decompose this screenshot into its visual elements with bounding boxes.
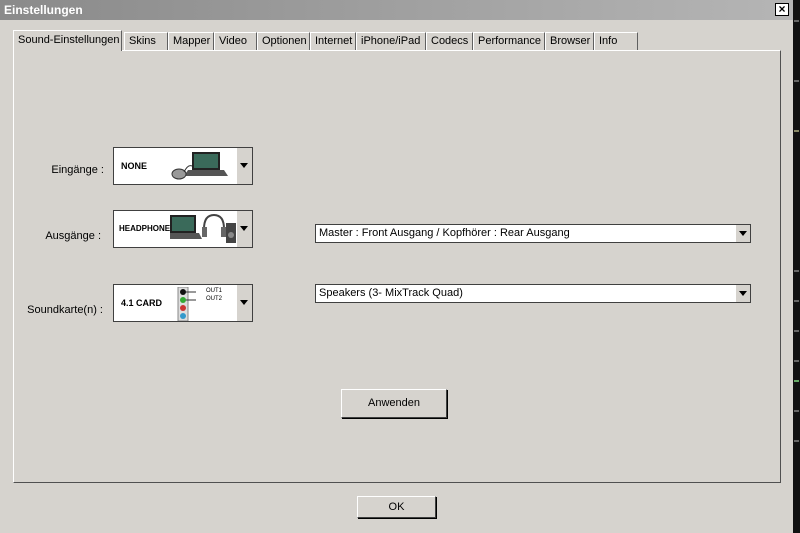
tab-optionen[interactable]: Optionen [257, 32, 310, 50]
tab-info[interactable]: Info [594, 32, 638, 50]
soundcard-label: Soundkarte(n) : [27, 304, 103, 316]
ok-button[interactable]: OK [357, 496, 436, 518]
outputs-label: Ausgänge : [45, 230, 101, 242]
tab-label: Sound-Einstellungen [18, 34, 120, 46]
tab-label: Performance [478, 35, 541, 47]
chevron-down-icon [739, 291, 747, 296]
soundcard-device-select[interactable]: Speakers (3- MixTrack Quad) [315, 284, 751, 303]
tab-sound-einstellungen[interactable]: Sound-Einstellungen [13, 30, 122, 51]
inputs-selected-value: NONE [121, 161, 148, 171]
soundcard-device-dropdown-arrow[interactable] [735, 285, 750, 302]
inputs-dropdown-arrow[interactable] [236, 148, 252, 184]
close-button[interactable]: × [775, 3, 789, 16]
tab-label: Video [219, 35, 247, 47]
close-icon: × [778, 2, 786, 16]
tab-label: Browser [550, 35, 591, 47]
output-routing-select[interactable]: Master : Front Ausgang / Kopfhörer : Rea… [315, 224, 751, 243]
inputs-select[interactable]: NONE [113, 147, 253, 185]
out1-label: OUT1 [206, 288, 223, 294]
soundcard-selected-value: 4.1 CARD [121, 298, 163, 308]
tab-label: Info [599, 35, 618, 47]
tab-iphone-ipad[interactable]: iPhone/iPad [356, 32, 426, 50]
chevron-down-icon [240, 163, 248, 168]
laptop-headphones-icon [170, 213, 236, 243]
tab-internet[interactable]: Internet [310, 32, 356, 50]
out2-label: OUT2 [206, 296, 223, 302]
tab-label: Internet [315, 35, 353, 47]
tab-label: Mapper [173, 35, 211, 47]
chevron-down-icon [240, 226, 248, 231]
title-bar[interactable]: Einstellungen × [0, 0, 793, 20]
outputs-dropdown-arrow[interactable] [236, 211, 252, 247]
laptop-turntable-icon [171, 152, 228, 180]
apply-button[interactable]: Anwenden [341, 389, 447, 418]
background-window-edge [793, 0, 800, 533]
soundcard-dropdown-arrow[interactable] [236, 285, 252, 321]
chevron-down-icon [739, 231, 747, 236]
inputs-label: Eingänge : [51, 164, 104, 176]
tab-performance[interactable]: Performance [473, 32, 545, 50]
tab-label: Skins [129, 35, 156, 47]
tab-label: Codecs [431, 35, 469, 47]
outputs-selected-value: HEADPHONES [119, 224, 176, 233]
outputs-select[interactable]: HEADPHONES [113, 210, 253, 248]
output-routing-value: Master : Front Ausgang / Kopfhörer : Rea… [319, 227, 570, 239]
chevron-down-icon [240, 300, 248, 305]
tab-mapper[interactable]: Mapper [168, 32, 214, 50]
soundcard-device-value: Speakers (3- MixTrack Quad) [319, 287, 463, 299]
tab-skins[interactable]: Skins [124, 32, 168, 50]
settings-dialog: Einstellungen × Sound-Einstellungen Skin… [0, 0, 793, 533]
tab-codecs[interactable]: Codecs [426, 32, 473, 50]
soundcard-select[interactable]: 4.1 CARD OUT1 OUT2 [113, 284, 253, 322]
sound-settings-panel [13, 50, 781, 483]
tab-video[interactable]: Video [214, 32, 257, 50]
tab-label: Optionen [262, 35, 307, 47]
output-routing-dropdown-arrow[interactable] [735, 225, 750, 242]
window-title: Einstellungen [4, 3, 83, 17]
tab-label: iPhone/iPad [361, 35, 421, 47]
tab-browser[interactable]: Browser [545, 32, 594, 50]
